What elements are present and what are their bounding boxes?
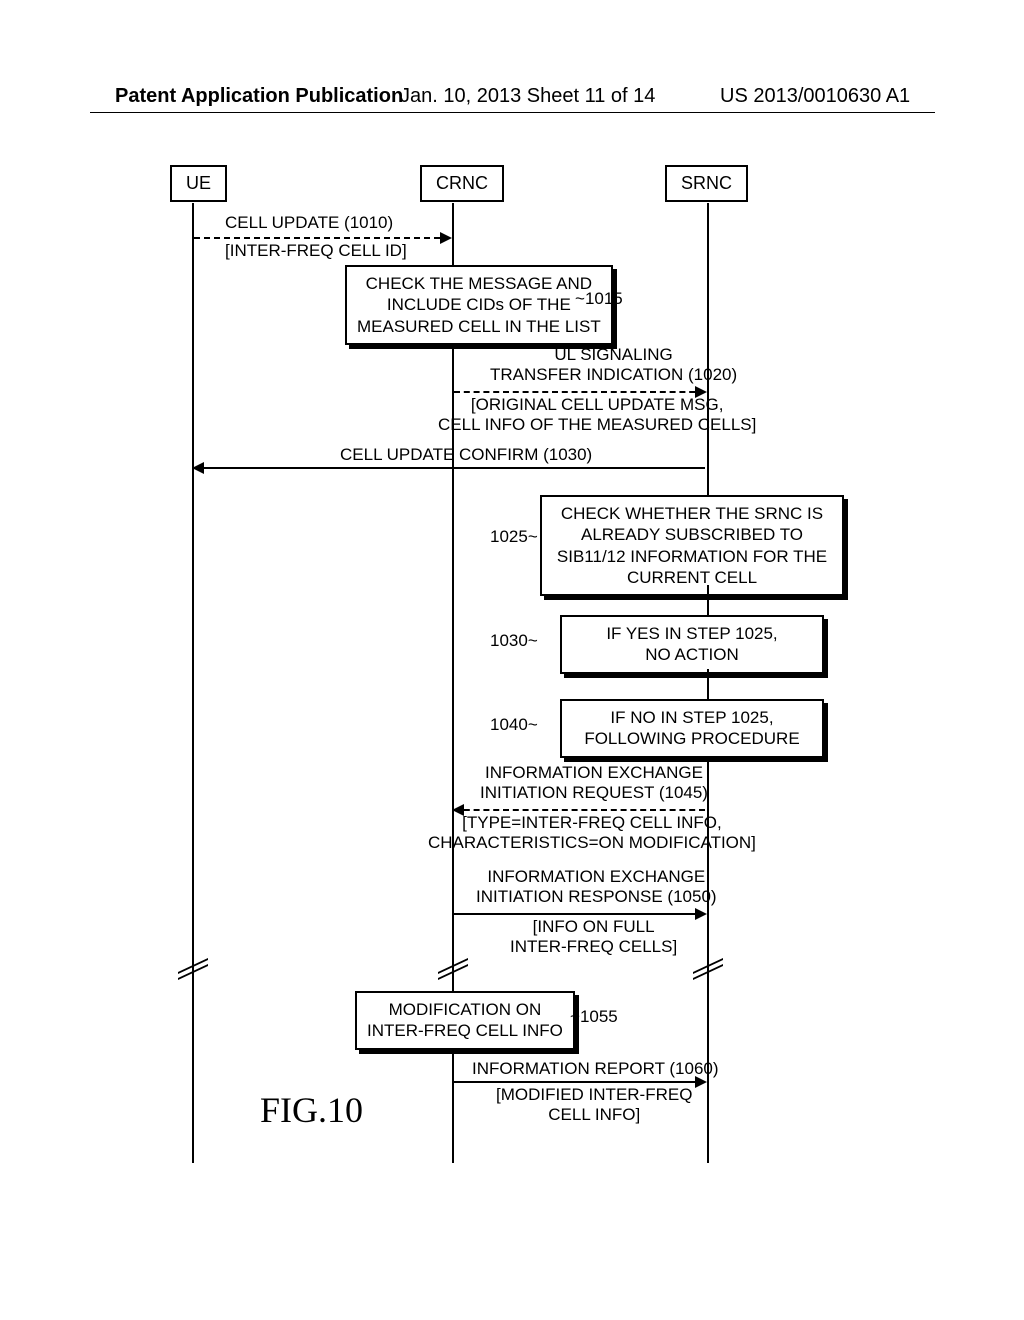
process-1030: IF YES IN STEP 1025, NO ACTION — [560, 615, 824, 674]
actor-ue: UE — [170, 165, 227, 202]
msg-1045-params: [TYPE=INTER-FREQ CELL INFO, CHARACTERIST… — [428, 813, 756, 854]
actor-crnc: CRNC — [420, 165, 504, 202]
process-1025: CHECK WHETHER THE SRNC IS ALREADY SUBSCR… — [540, 495, 844, 596]
lifeline-ue — [192, 203, 194, 1163]
arrow-1050 — [454, 913, 705, 915]
header-pub-number: US 2013/0010630 A1 — [720, 85, 910, 108]
arrow-1030-confirm — [194, 467, 705, 469]
msg-1050-label: INFORMATION EXCHANGE INITIATION RESPONSE… — [476, 867, 717, 908]
ref-1015: ~1015 — [575, 289, 623, 309]
ref-1055-num: 1055 — [580, 1007, 618, 1026]
header-date-sheet: Jan. 10, 2013 Sheet 11 of 14 — [400, 85, 655, 108]
ref-1025-num: 1025 — [490, 527, 528, 546]
ref-1025: 1025~ — [490, 527, 538, 547]
msg-1010-params: [INTER-FREQ CELL ID] — [225, 241, 407, 261]
ref-1030-num: 1030 — [490, 631, 528, 650]
process-1015: CHECK THE MESSAGE AND INCLUDE CIDs OF TH… — [345, 265, 613, 345]
break-ue — [178, 965, 208, 979]
msg-1010-label: CELL UPDATE (1010) — [225, 213, 393, 233]
arrow-1060 — [454, 1081, 705, 1083]
process-1055: MODIFICATION ON INTER-FREQ CELL INFO — [355, 991, 575, 1050]
break-srnc — [693, 965, 723, 979]
arrow-1045 — [454, 809, 705, 811]
figure-label: FIG.10 — [260, 1089, 363, 1131]
msg-1060-label: INFORMATION REPORT (1060) — [472, 1059, 719, 1079]
ref-1030: 1030~ — [490, 631, 538, 651]
msg-1020-params: [ORIGINAL CELL UPDATE MSG, CELL INFO OF … — [438, 395, 756, 436]
msg-1020-label: UL SIGNALING TRANSFER INDICATION (1020) — [490, 345, 737, 386]
header-publication: Patent Application Publication — [115, 85, 403, 108]
connector-1025-1030 — [707, 585, 709, 615]
ref-1055: ~1055 — [570, 1007, 618, 1027]
ref-1015-num: 1015 — [585, 289, 623, 308]
msg-1045-label: INFORMATION EXCHANGE INITIATION REQUEST … — [480, 763, 708, 804]
ref-1040-num: 1040 — [490, 715, 528, 734]
msg-1060-params: [MODIFIED INTER-FREQ CELL INFO] — [496, 1085, 692, 1126]
msg-1050-params: [INFO ON FULL INTER-FREQ CELLS] — [510, 917, 677, 958]
arrow-1010 — [194, 237, 450, 239]
sequence-diagram: UE CRNC SRNC CELL UPDATE (1010) [INTER-F… — [170, 165, 870, 1165]
msg-1030-confirm-label: CELL UPDATE CONFIRM (1030) — [340, 445, 592, 465]
actor-srnc: SRNC — [665, 165, 748, 202]
break-crnc — [438, 965, 468, 979]
header-rule — [90, 112, 935, 113]
connector-1030-1040 — [707, 669, 709, 699]
process-1040: IF NO IN STEP 1025, FOLLOWING PROCEDURE — [560, 699, 824, 758]
ref-1040: 1040~ — [490, 715, 538, 735]
arrow-1020 — [454, 391, 705, 393]
